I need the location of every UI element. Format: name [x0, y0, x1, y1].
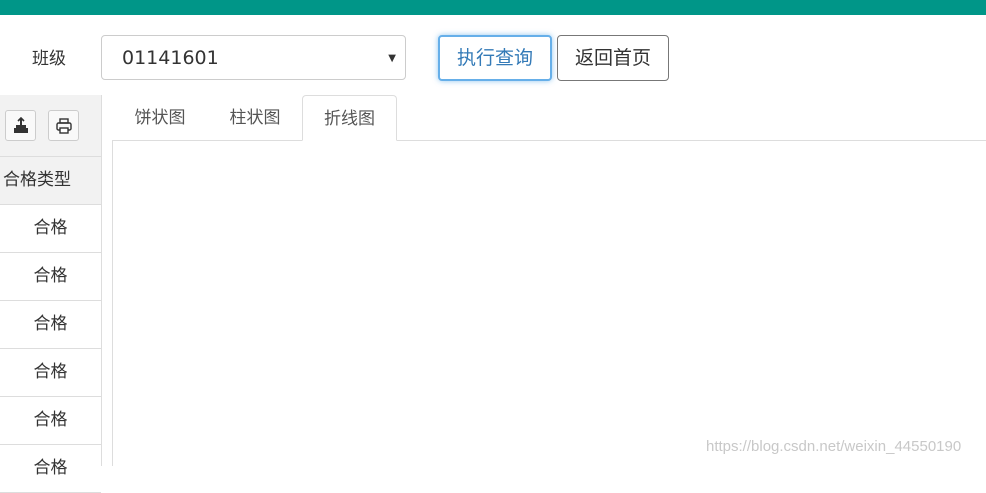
tab-bar-chart[interactable]: 柱状图	[212, 95, 298, 141]
table-row: 合格	[0, 397, 101, 445]
print-icon	[56, 118, 72, 134]
table-row: 合格	[0, 349, 101, 397]
print-button[interactable]	[48, 110, 79, 141]
chart-area	[112, 140, 986, 466]
table-row: 合格	[0, 301, 101, 349]
query-button[interactable]: 执行查询	[438, 35, 552, 81]
home-button[interactable]: 返回首页	[557, 35, 669, 81]
export-icon	[14, 117, 28, 133]
table-row: 合格	[0, 445, 101, 493]
table-row: 合格	[0, 253, 101, 301]
result-table: 合格类型 合格 合格 合格 合格 合格 合格	[0, 95, 102, 493]
tab-line-chart[interactable]: 折线图	[302, 95, 397, 141]
table-row: 合格	[0, 205, 101, 253]
export-button[interactable]	[5, 110, 36, 141]
top-bar	[0, 0, 986, 15]
column-header-pass-type: 合格类型	[0, 157, 101, 205]
class-select-value: 01141601	[122, 47, 219, 69]
tab-pie-chart[interactable]: 饼状图	[118, 95, 202, 141]
class-select[interactable]: 01141601 ▼	[101, 35, 406, 80]
class-label: 班级	[32, 49, 66, 69]
chevron-down-icon: ▼	[388, 53, 396, 64]
watermark: https://blog.csdn.net/weixin_44550190	[706, 438, 962, 455]
table-toolbar	[0, 95, 101, 157]
